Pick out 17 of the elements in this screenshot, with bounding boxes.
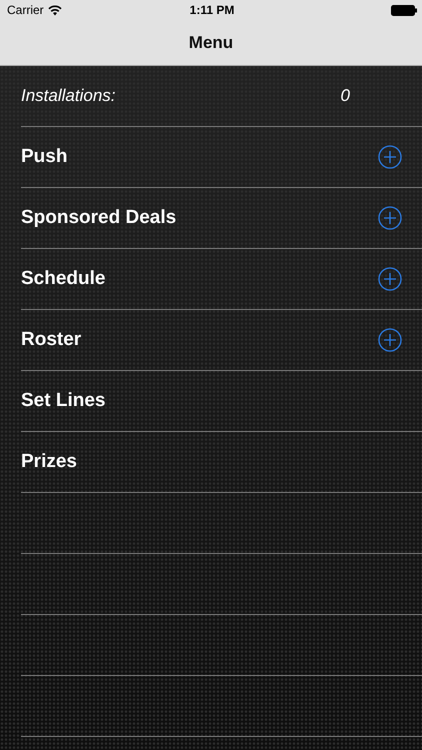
menu-item[interactable]: Prizes bbox=[21, 432, 422, 493]
menu-item[interactable]: Sponsored Deals bbox=[21, 188, 422, 249]
nav-title: Menu bbox=[188, 32, 234, 52]
installations-label: Installations: bbox=[21, 86, 116, 106]
wifi-icon bbox=[48, 4, 62, 16]
add-icon[interactable] bbox=[378, 328, 402, 352]
add-icon[interactable] bbox=[378, 206, 402, 230]
installations-count: 0 bbox=[340, 86, 350, 106]
menu-item[interactable]: Set Lines bbox=[21, 371, 422, 432]
menu-item[interactable]: Push bbox=[21, 127, 422, 188]
add-icon[interactable] bbox=[378, 145, 402, 169]
carrier-label: Carrier bbox=[7, 3, 44, 17]
add-icon[interactable] bbox=[378, 267, 402, 291]
battery-icon bbox=[391, 4, 418, 16]
status-time: 1:11 PM bbox=[188, 3, 236, 17]
menu-item[interactable]: Schedule bbox=[21, 249, 422, 310]
menu-item[interactable]: Roster bbox=[21, 310, 422, 371]
